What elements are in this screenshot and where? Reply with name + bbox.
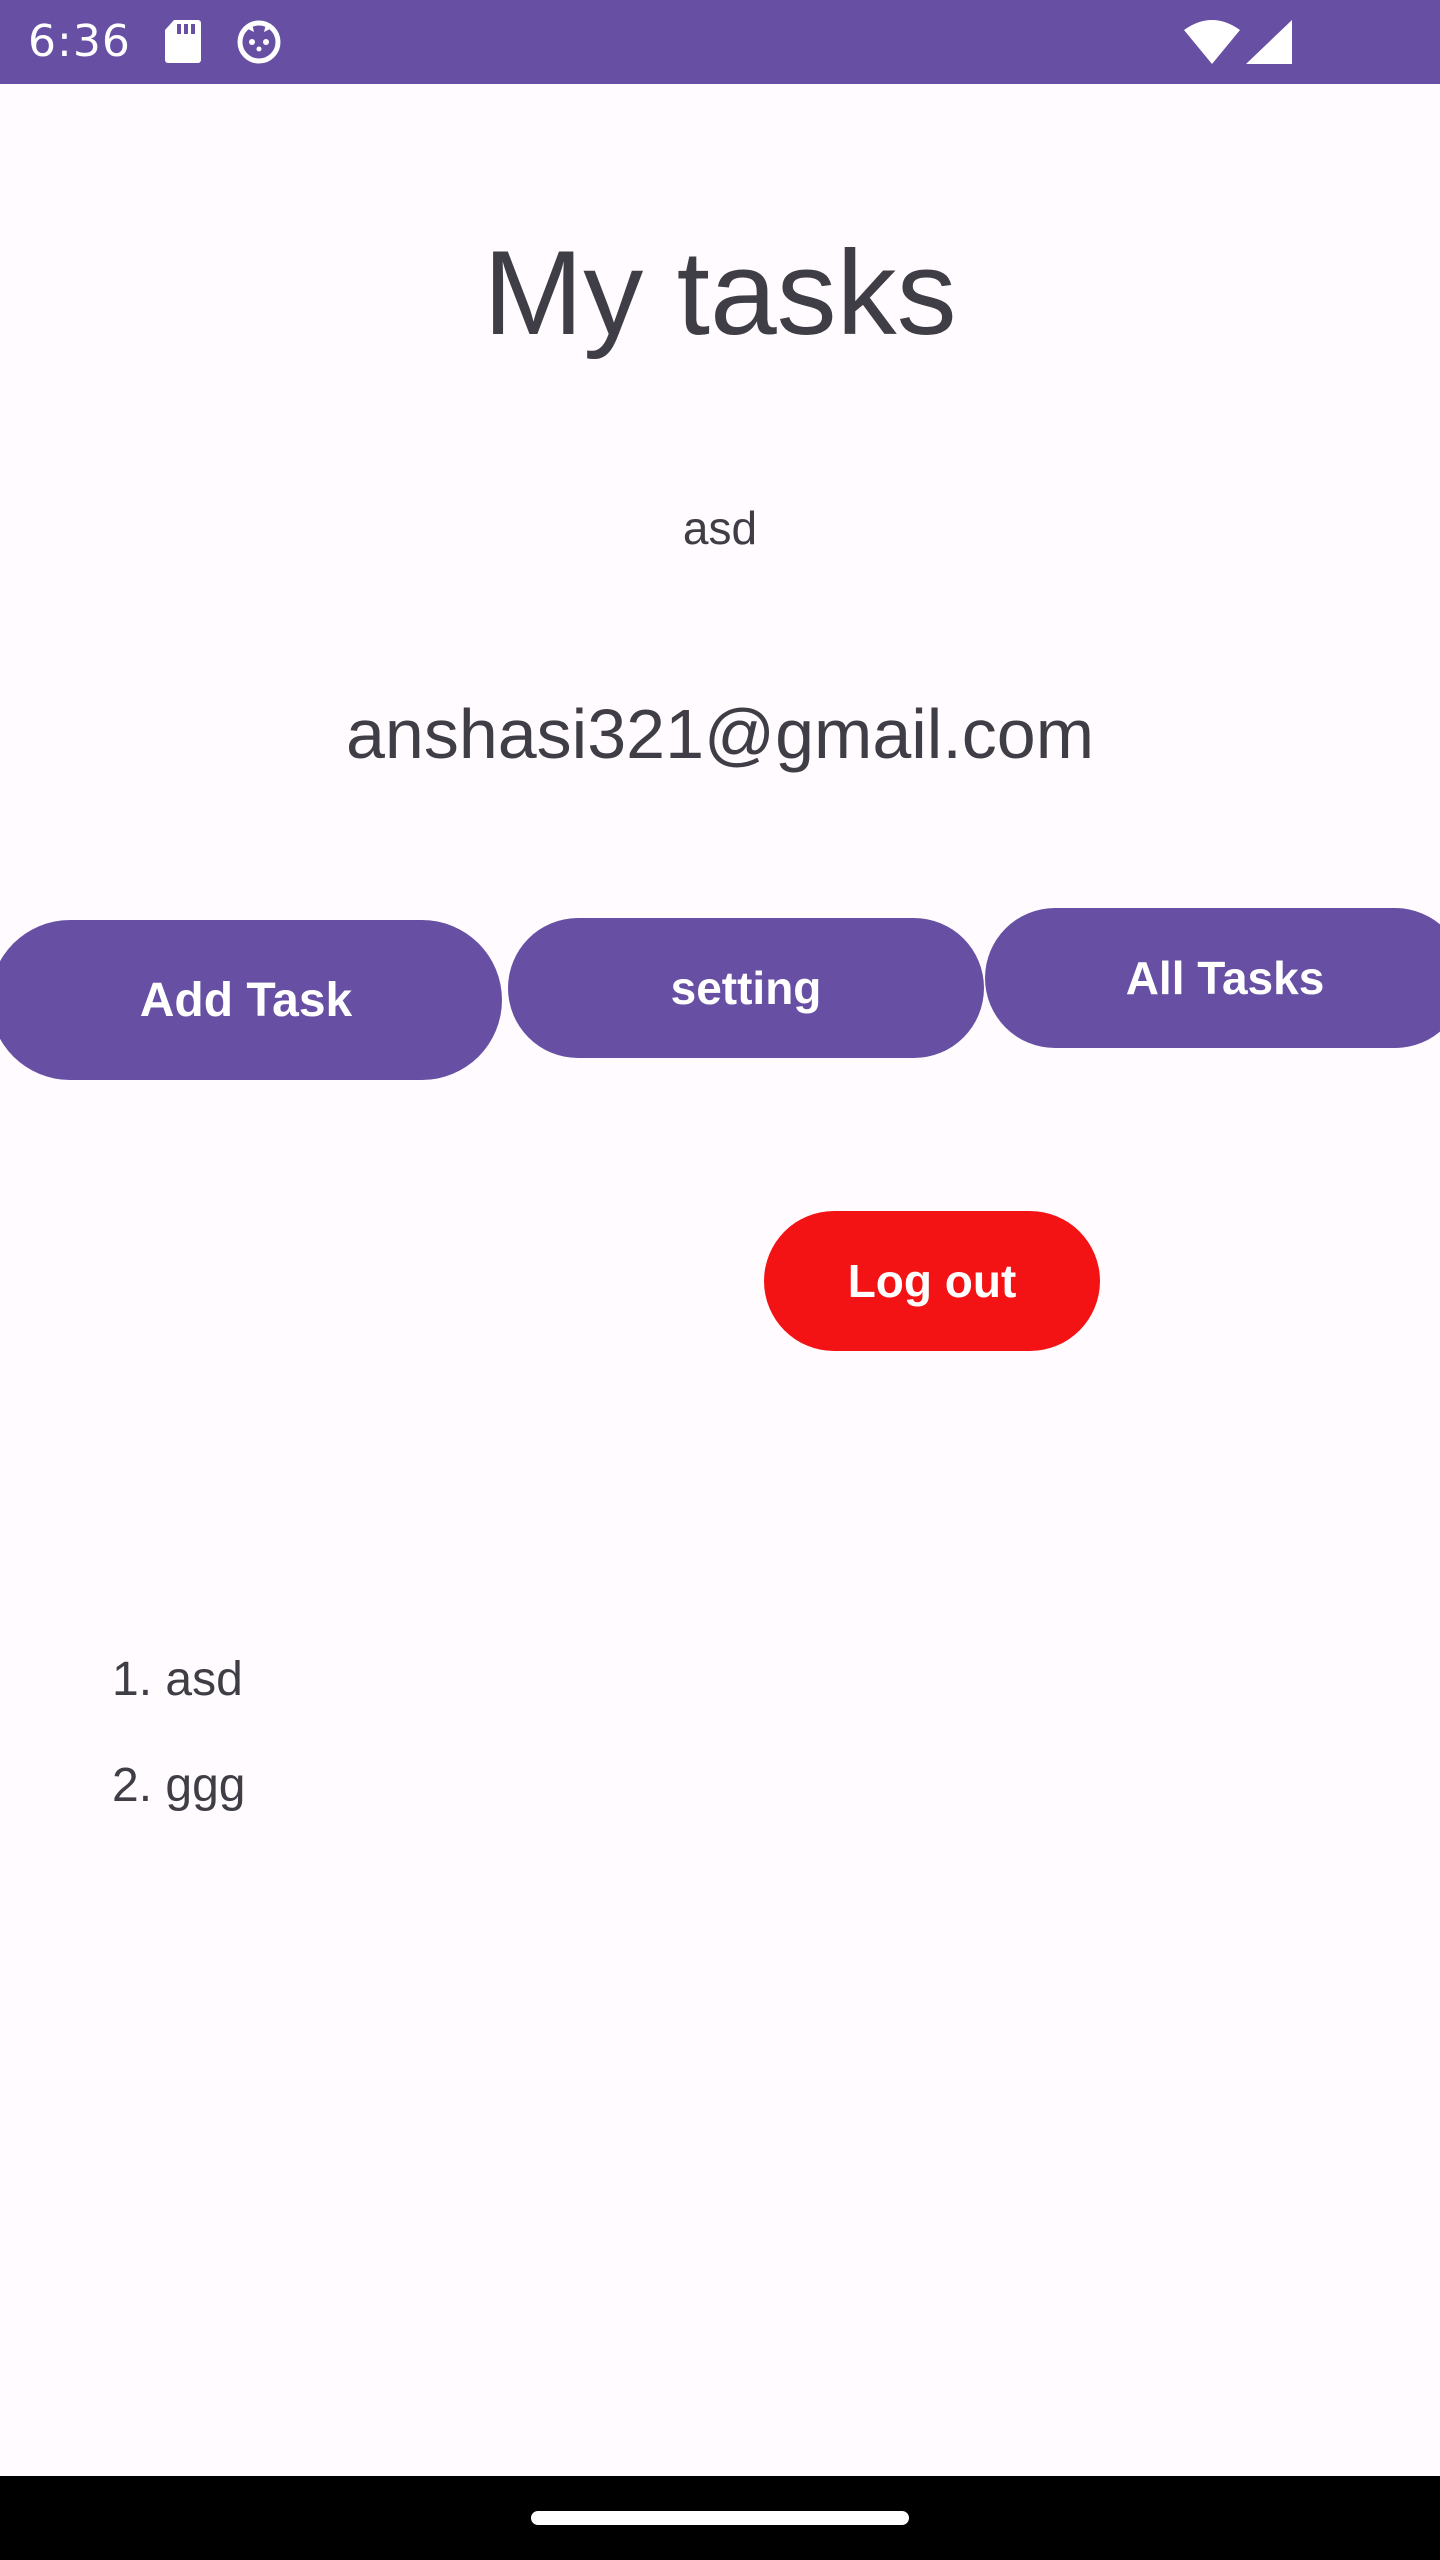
- task-item[interactable]: 2. ggg: [112, 1746, 245, 1852]
- all-tasks-button[interactable]: All Tasks: [985, 908, 1440, 1048]
- task-list: 1. asd 2. ggg: [112, 1640, 245, 1852]
- wifi-icon: [1184, 20, 1240, 69]
- home-gesture-handle[interactable]: [531, 2511, 909, 2525]
- add-task-button[interactable]: Add Task: [0, 920, 502, 1080]
- user-email: anshasi321@gmail.com: [345, 695, 1095, 773]
- task-item[interactable]: 1. asd: [112, 1640, 245, 1746]
- logout-button[interactable]: Log out: [764, 1211, 1100, 1351]
- status-bar: 6:36: [0, 0, 1440, 84]
- user-name: asd: [682, 502, 758, 554]
- status-time: 6:36: [28, 16, 131, 67]
- setting-button[interactable]: setting: [508, 918, 984, 1058]
- page-title: My tasks: [483, 226, 957, 360]
- signal-icon: [1246, 20, 1292, 69]
- sd-card-icon: [164, 18, 202, 69]
- cat-face-icon: [236, 18, 282, 69]
